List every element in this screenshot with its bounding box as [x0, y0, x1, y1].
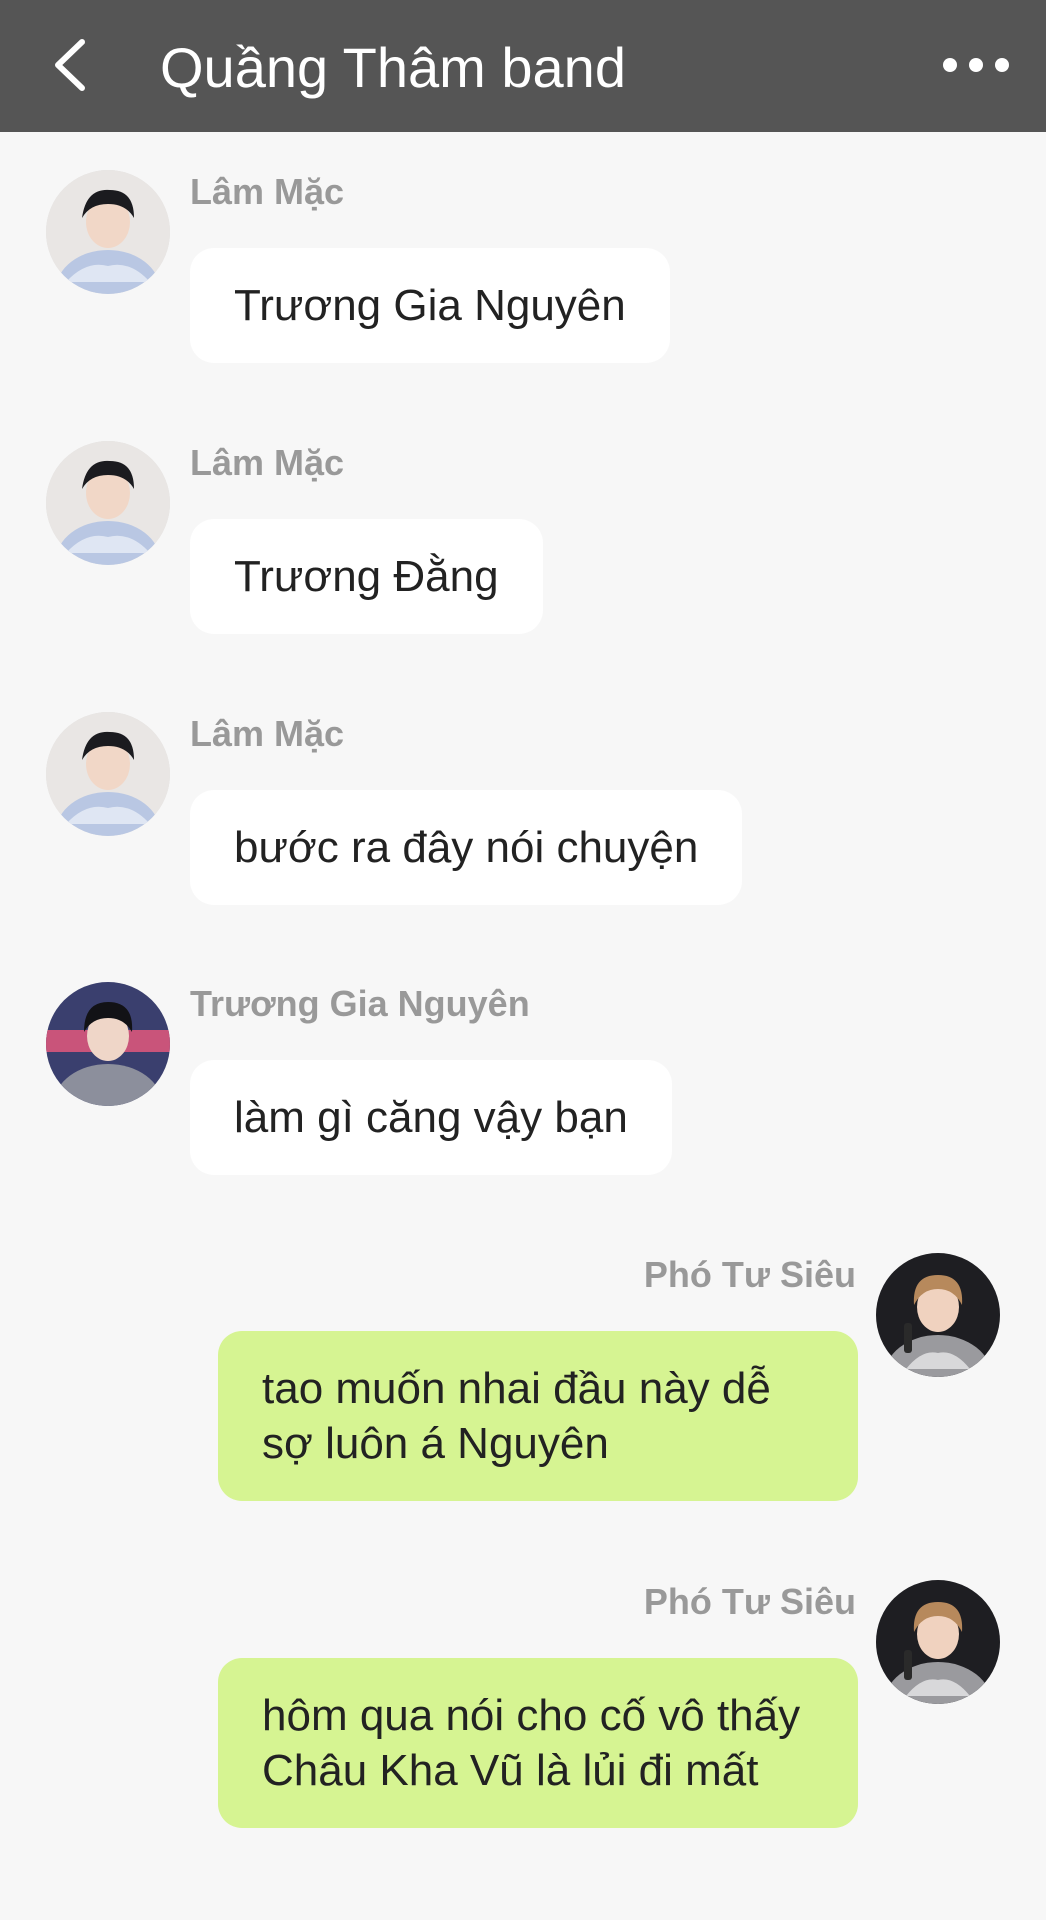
back-button[interactable] — [40, 30, 110, 100]
message-bubble[interactable]: Trương Gia Nguyên — [190, 248, 670, 363]
sender-name: Lâm Mặc — [190, 171, 345, 212]
chevron-left-icon — [55, 39, 85, 91]
sender-name: Trương Gia Nguyên — [190, 983, 530, 1024]
sender-name: Phó Tư Siêu — [643, 1581, 856, 1622]
sender-name: Lâm Mặc — [190, 442, 345, 483]
avatar-pho-tu-sieu[interactable] — [876, 1253, 1000, 1377]
chat-title: Quầng Thâm band — [160, 36, 626, 99]
message-bubble[interactable]: Trương Đằng — [190, 519, 543, 634]
message-bubble[interactable]: làm gì căng vậy bạn — [190, 1060, 672, 1175]
message-bubble[interactable]: bước ra đây nói chuyện — [190, 790, 743, 905]
sender-name: Lâm Mặc — [190, 713, 345, 754]
avatar-pho-tu-sieu[interactable] — [876, 1580, 1000, 1704]
message-bubble[interactable]: tao muốn nhai đầu này dễ sợ luôn á Nguyê… — [218, 1331, 858, 1501]
avatar-lam-mac[interactable] — [46, 170, 170, 294]
top-bar: Quầng Thâm band — [0, 0, 1046, 132]
sender-name: Phó Tư Siêu — [643, 1254, 856, 1295]
avatar-truong-gia-nguyen[interactable] — [46, 982, 170, 1106]
message-bubble[interactable]: hôm qua nói cho cố vô thấy Châu Kha Vũ l… — [218, 1658, 858, 1828]
more-horizontal-icon — [943, 58, 1009, 72]
avatar-lam-mac[interactable] — [46, 441, 170, 565]
more-options-button[interactable] — [936, 40, 1016, 90]
avatar-lam-mac[interactable] — [46, 712, 170, 836]
